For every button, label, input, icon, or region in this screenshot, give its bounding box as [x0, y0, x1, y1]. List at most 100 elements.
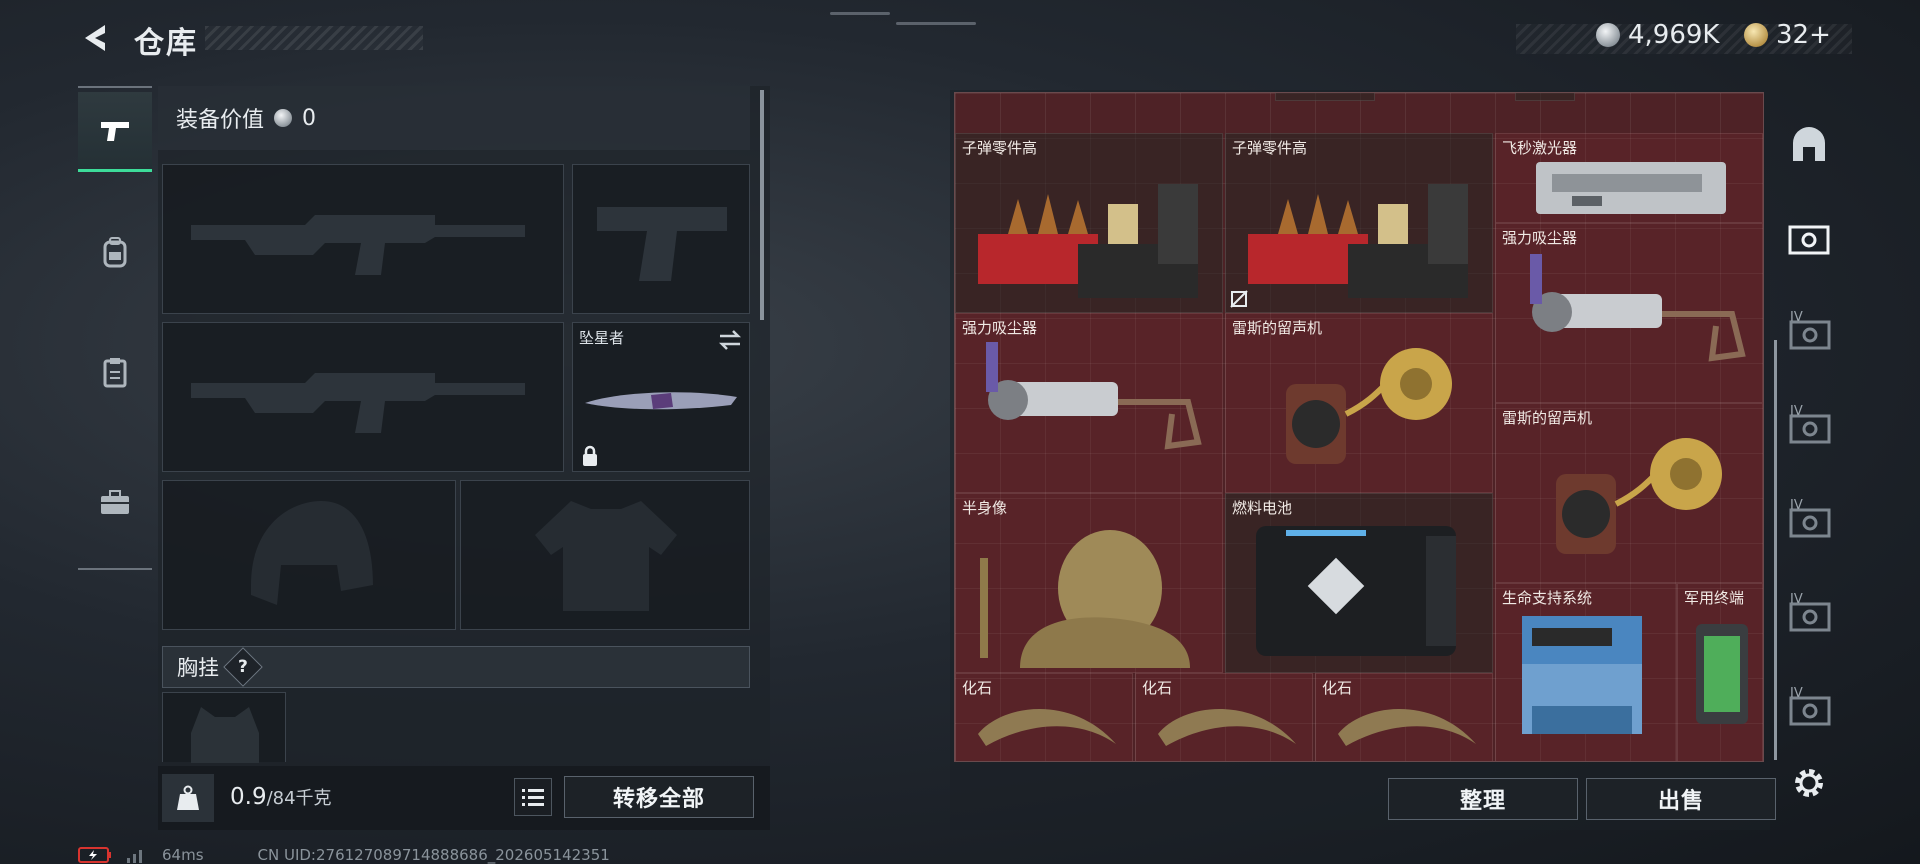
- nav-weapons[interactable]: [78, 92, 152, 172]
- organize-button[interactable]: 整理: [1388, 778, 1578, 820]
- rifle-silhouette-icon: [191, 373, 525, 433]
- laser-device-icon: [1536, 162, 1726, 214]
- equipment-value-label: 装备价值: [176, 108, 265, 133]
- stash-item-life-support[interactable]: 生命支持系统: [1495, 583, 1677, 761]
- no-insurance-icon: [1230, 290, 1248, 308]
- equipment-value: 0: [302, 105, 317, 131]
- nav-clipboard[interactable]: [78, 332, 152, 412]
- chest-rig-slot[interactable]: [162, 692, 286, 763]
- container-rail: IV IV IV IV IV: [1778, 90, 1840, 830]
- stash-item-ammo-parts[interactable]: 子弹零件高: [1225, 133, 1493, 313]
- pistol-icon: [101, 121, 129, 141]
- tier-badge: IV: [1790, 592, 1803, 607]
- pistol-silhouette-icon: [597, 207, 727, 281]
- rail-container-1[interactable]: [1784, 214, 1834, 264]
- stash-scrollbar[interactable]: [1774, 340, 1777, 760]
- title-stripe: [205, 26, 423, 50]
- item-name: 生命支持系统: [1502, 589, 1593, 607]
- helmet-silhouette-icon: [251, 501, 373, 605]
- list-icon: [522, 789, 544, 806]
- help-icon: ?: [238, 657, 248, 677]
- primary-weapon-slot[interactable]: [162, 164, 564, 314]
- backpack-icon: [103, 237, 127, 268]
- back-button[interactable]: [76, 18, 116, 58]
- rail-stash-home[interactable]: [1784, 120, 1834, 170]
- settings-button[interactable]: [1784, 758, 1834, 808]
- tier-badge: IV: [1790, 404, 1803, 419]
- rifle-silhouette-icon: [191, 215, 525, 275]
- silver-coin-icon: [1596, 23, 1620, 47]
- nav-briefcase[interactable]: [78, 462, 152, 542]
- melee-item-name: 坠星者: [579, 329, 625, 347]
- stash-item-femtosecond-laser[interactable]: 飞秒激光器: [1495, 133, 1763, 223]
- rail-container-5[interactable]: IV: [1784, 590, 1834, 640]
- clipboard-icon: [103, 358, 127, 388]
- item-name: 雷斯的留声机: [1232, 319, 1323, 337]
- gear-icon: [1795, 769, 1823, 797]
- battery-charging-icon: [78, 847, 111, 863]
- vest-silhouette-icon: [191, 707, 259, 763]
- silver-amount: 4,969K: [1628, 20, 1720, 50]
- rail-container-2[interactable]: IV: [1784, 308, 1834, 358]
- gold-currency[interactable]: 32+: [1744, 20, 1831, 50]
- item-name: 子弹零件高: [1232, 139, 1308, 157]
- tier-badge: IV: [1790, 498, 1803, 513]
- stash-item-gramophone[interactable]: 雷斯的留声机: [1495, 403, 1763, 583]
- item-name: 强力吸尘器: [962, 319, 1038, 337]
- fossil-claw-icon: [1338, 709, 1476, 746]
- sidearm-slot[interactable]: [572, 164, 750, 314]
- military-terminal-icon: [1696, 624, 1748, 724]
- vacuum-cleaner-icon: [1530, 254, 1746, 362]
- partial-item[interactable]: [1515, 93, 1575, 101]
- stash-item-fossil[interactable]: 化石: [955, 673, 1133, 761]
- life-support-system-icon: [1522, 616, 1642, 734]
- gramophone-icon: [1556, 438, 1722, 554]
- lock-icon: [583, 445, 597, 466]
- stash-item-fossil[interactable]: 化石: [1135, 673, 1313, 761]
- equipment-value-header: 装备价值 0: [158, 86, 750, 150]
- weight-readout: 0.9/84千克: [230, 784, 332, 810]
- nav-backpack[interactable]: [78, 212, 152, 292]
- chest-rig-header: 胸挂 ?: [162, 646, 750, 688]
- stash-item-gramophone[interactable]: 雷斯的留声机: [1225, 313, 1493, 493]
- melee-slot[interactable]: 坠星者: [572, 322, 750, 472]
- stash-item-fuel-cell[interactable]: 燃料电池: [1225, 493, 1493, 673]
- item-name: 强力吸尘器: [1502, 229, 1578, 247]
- status-bar: 64ms CN UID:276127089714888686_202605142…: [78, 846, 610, 864]
- top-bar: 仓库 4,969K 32+: [0, 0, 1920, 78]
- transfer-all-button[interactable]: 转移全部: [564, 776, 754, 818]
- gold-amount: 32+: [1776, 20, 1831, 50]
- tier-badge: IV: [1790, 686, 1803, 701]
- sell-button[interactable]: 出售: [1586, 778, 1776, 820]
- chest-rig-help-button[interactable]: ?: [223, 647, 263, 687]
- ammo-parts-crate-icon: [1248, 184, 1468, 298]
- list-view-button[interactable]: [514, 778, 552, 816]
- knife-icon: [585, 392, 737, 410]
- silver-currency: 4,969K: [1596, 20, 1719, 50]
- equipment-scrollbar[interactable]: [760, 90, 764, 320]
- user-uid: CN UID:276127089714888686_202605142351: [257, 846, 610, 864]
- partial-item[interactable]: [1275, 93, 1375, 101]
- item-name: 燃料电池: [1232, 499, 1293, 517]
- safe-box-icon: [1788, 225, 1830, 255]
- armor-slot[interactable]: [460, 480, 750, 630]
- swap-icon: [718, 330, 742, 350]
- rail-container-4[interactable]: IV: [1784, 496, 1834, 546]
- rail-container-3[interactable]: IV: [1784, 402, 1834, 452]
- stash-item-fossil[interactable]: 化石: [1315, 673, 1493, 761]
- stash-item-vacuum-cleaner[interactable]: 强力吸尘器: [1495, 223, 1763, 403]
- weight-max: /84千克: [266, 788, 332, 809]
- gramophone-icon: [1286, 348, 1452, 464]
- stash-item-bust[interactable]: 半身像: [955, 493, 1223, 673]
- fossil-claw-icon: [978, 709, 1116, 746]
- item-name: 半身像: [962, 499, 1008, 517]
- stash-item-ammo-parts[interactable]: 子弹零件高: [955, 133, 1223, 313]
- ping-readout: 64ms: [162, 846, 204, 864]
- equipment-panel: 装备价值 0 坠星者 胸挂 ? 0.9/84千克 转移全部: [158, 86, 770, 830]
- secondary-weapon-slot[interactable]: [162, 322, 564, 472]
- rail-container-6[interactable]: IV: [1784, 684, 1834, 734]
- helmet-slot[interactable]: [162, 480, 456, 630]
- stash-item-vacuum-cleaner[interactable]: 强力吸尘器: [955, 313, 1223, 493]
- stash-item-military-terminal[interactable]: 军用终端: [1677, 583, 1763, 761]
- item-name: 军用终端: [1684, 589, 1745, 607]
